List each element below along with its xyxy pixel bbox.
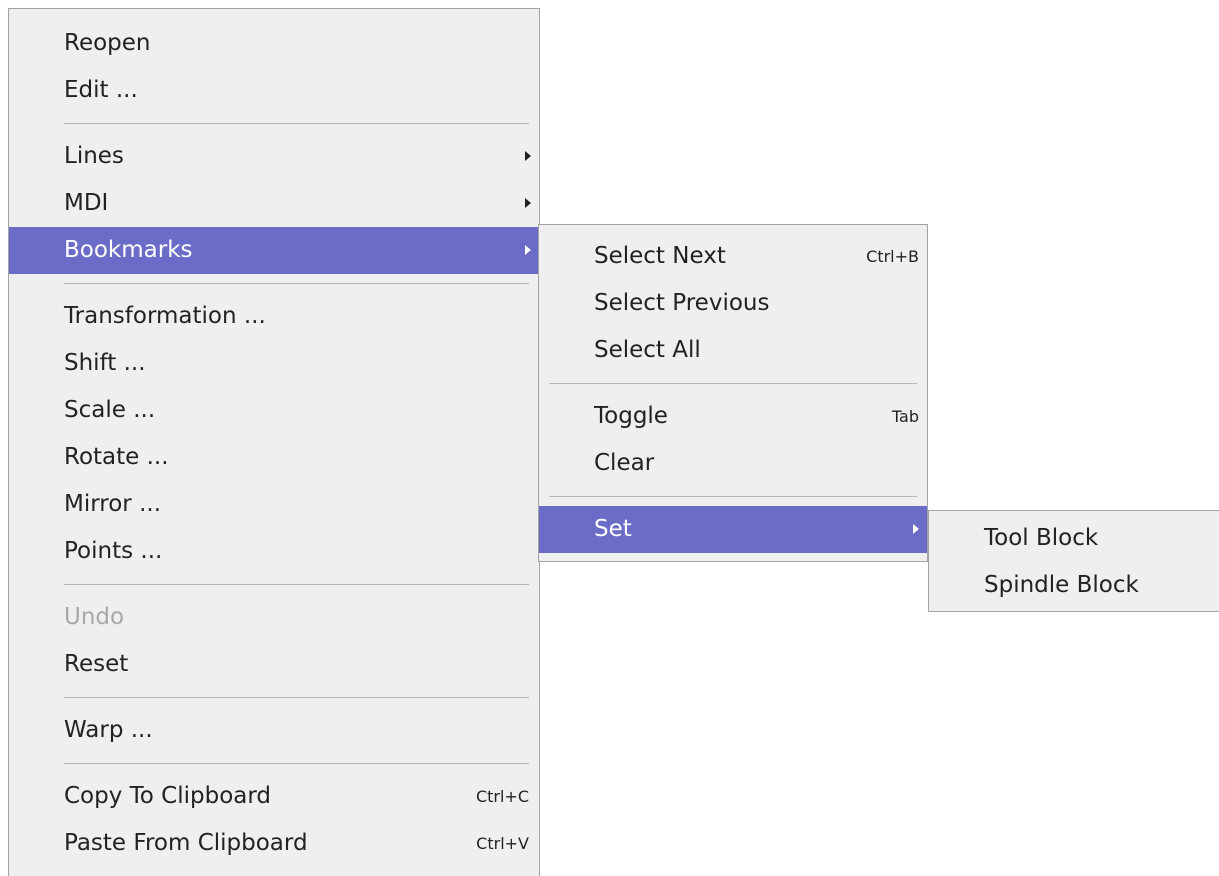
menu-item-select-next[interactable]: Select Next Ctrl+B: [539, 233, 927, 280]
menu-item-spindle-block[interactable]: Spindle Block: [929, 562, 1219, 609]
menu-item-bookmarks[interactable]: Bookmarks: [9, 227, 539, 274]
menu-item-select-previous[interactable]: Select Previous: [539, 280, 927, 327]
menu-item-label: Mirror ...: [64, 491, 162, 517]
menu-item-mdi[interactable]: MDI: [9, 180, 539, 227]
context-menu: Reopen Edit ... Lines MDI Bookmarks Tran…: [8, 8, 540, 876]
menu-item-edit[interactable]: Edit ...: [9, 67, 539, 114]
menu-item-mirror[interactable]: Mirror ...: [9, 481, 539, 528]
menu-item-label: Lines: [64, 143, 124, 169]
menu-item-label: Spindle Block: [984, 572, 1139, 598]
menu-item-rotate[interactable]: Rotate ...: [9, 434, 539, 481]
menu-separator: [9, 754, 539, 773]
menu-item-shift[interactable]: Shift ...: [9, 340, 539, 387]
set-submenu: Tool Block Spindle Block: [928, 510, 1219, 612]
menu-item-label: Shift ...: [64, 350, 146, 376]
menu-item-copy-to-clipboard[interactable]: Copy To Clipboard Ctrl+C: [9, 773, 539, 820]
menu-item-label: Clear: [594, 450, 655, 476]
chevron-right-icon: [525, 198, 531, 208]
menu-item-label: Select Previous: [594, 290, 770, 316]
menu-separator: [539, 374, 927, 393]
menu-item-label: Bookmarks: [64, 237, 193, 263]
menu-item-paste-from-clipboard[interactable]: Paste From Clipboard Ctrl+V: [9, 820, 539, 867]
menu-item-label: Rotate ...: [64, 444, 169, 470]
menu-item-label: Edit ...: [64, 77, 138, 103]
menu-item-label: Undo: [64, 604, 125, 630]
menu-item-label: Select Next: [594, 243, 726, 269]
menu-item-reopen[interactable]: Reopen: [9, 20, 539, 67]
menu-item-shortcut: Ctrl+V: [476, 834, 529, 853]
menu-item-label: Tool Block: [984, 525, 1099, 551]
menu-item-label: Toggle: [594, 403, 668, 429]
menu-separator: [9, 688, 539, 707]
menu-item-transformation[interactable]: Transformation ...: [9, 293, 539, 340]
menu-item-shortcut: Ctrl+B: [866, 247, 919, 266]
chevron-right-icon: [525, 151, 531, 161]
menu-item-scale[interactable]: Scale ...: [9, 387, 539, 434]
menu-item-label: Warp ...: [64, 717, 153, 743]
menu-item-label: Select All: [594, 337, 701, 363]
menu-item-points[interactable]: Points ...: [9, 528, 539, 575]
menu-item-label: Transformation ...: [64, 303, 266, 329]
chevron-right-icon: [913, 524, 919, 534]
menu-item-label: Reset: [64, 651, 129, 677]
menu-item-label: Scale ...: [64, 397, 156, 423]
menu-separator: [9, 274, 539, 293]
menu-separator: [9, 114, 539, 133]
menu-item-label: Set: [594, 516, 632, 542]
menu-item-tool-block[interactable]: Tool Block: [929, 515, 1219, 562]
menu-item-label: Reopen: [64, 30, 151, 56]
menu-item-undo: Undo: [9, 594, 539, 641]
chevron-right-icon: [525, 245, 531, 255]
menu-item-set[interactable]: Set: [539, 506, 927, 553]
menu-item-shortcut: Ctrl+C: [475, 787, 529, 806]
menu-separator: [539, 487, 927, 506]
menu-item-label: Paste From Clipboard: [64, 830, 308, 856]
menu-item-reset[interactable]: Reset: [9, 641, 539, 688]
menu-item-select-all[interactable]: Select All: [539, 327, 927, 374]
menu-item-lines[interactable]: Lines: [9, 133, 539, 180]
menu-item-label: MDI: [64, 190, 109, 216]
menu-item-warp[interactable]: Warp ...: [9, 707, 539, 754]
menu-item-label: Copy To Clipboard: [64, 783, 272, 809]
bookmarks-submenu: Select Next Ctrl+B Select Previous Selec…: [538, 224, 928, 562]
menu-item-toggle[interactable]: Toggle Tab: [539, 393, 927, 440]
menu-item-label: Points ...: [64, 538, 163, 564]
menu-item-clear[interactable]: Clear: [539, 440, 927, 487]
menu-item-shortcut: Tab: [891, 407, 919, 426]
menu-separator: [9, 575, 539, 594]
